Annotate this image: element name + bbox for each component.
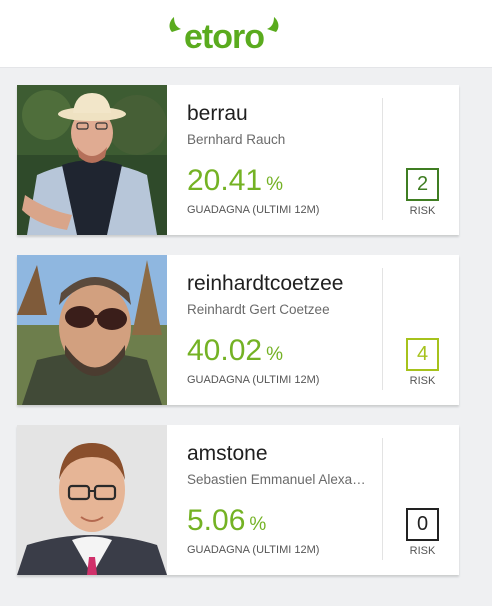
trader-username[interactable]: reinhardtcoetzee: [187, 272, 343, 296]
divider: [382, 438, 383, 560]
trader-gain: 5.06%: [187, 504, 266, 538]
risk-label: RISK: [409, 545, 436, 557]
risk-label: RISK: [409, 205, 436, 217]
trader-full-name: Sebastien Emmanuel Alexa…: [187, 472, 366, 487]
trader-avatar[interactable]: [17, 255, 167, 405]
trader-gain: 40.02%: [187, 334, 283, 368]
risk-score-badge: 0: [406, 508, 439, 541]
gain-value: 40.02: [187, 334, 263, 367]
gain-label: GUADAGNA (ULTIMI 12M): [187, 374, 320, 386]
divider: [382, 268, 383, 390]
divider: [382, 98, 383, 220]
trader-username[interactable]: amstone: [187, 442, 268, 466]
svg-text:etoro: etoro: [184, 18, 264, 54]
gain-label: GUADAGNA (ULTIMI 12M): [187, 204, 320, 216]
gain-label: GUADAGNA (ULTIMI 12M): [187, 544, 320, 556]
trader-card[interactable]: amstone Sebastien Emmanuel Alexa… 5.06% …: [17, 425, 459, 575]
risk-score-badge: 2: [406, 168, 439, 201]
trader-username[interactable]: berrau: [187, 102, 248, 126]
trader-full-name: Bernhard Rauch: [187, 132, 286, 147]
risk-label: RISK: [409, 375, 436, 387]
header: etoro: [0, 0, 492, 68]
gain-unit: %: [266, 344, 283, 365]
gain-value: 20.41: [187, 164, 263, 197]
trader-info: berrau Bernhard Rauch 20.41% GUADAGNA (U…: [187, 85, 387, 235]
trader-avatar[interactable]: [17, 85, 167, 235]
trader-card[interactable]: reinhardtcoetzee Reinhardt Gert Coetzee …: [17, 255, 459, 405]
trader-gain: 20.41%: [187, 164, 283, 198]
trader-card[interactable]: berrau Bernhard Rauch 20.41% GUADAGNA (U…: [17, 85, 459, 235]
trader-info: reinhardtcoetzee Reinhardt Gert Coetzee …: [187, 255, 387, 405]
etoro-logo[interactable]: etoro: [166, 14, 282, 54]
trader-avatar[interactable]: [17, 425, 167, 575]
gain-unit: %: [266, 174, 283, 195]
gain-value: 5.06: [187, 504, 246, 537]
gain-unit: %: [249, 514, 267, 535]
trader-info: amstone Sebastien Emmanuel Alexa… 5.06% …: [187, 425, 387, 575]
trader-full-name: Reinhardt Gert Coetzee: [187, 302, 330, 317]
risk-score-badge: 4: [406, 338, 439, 371]
